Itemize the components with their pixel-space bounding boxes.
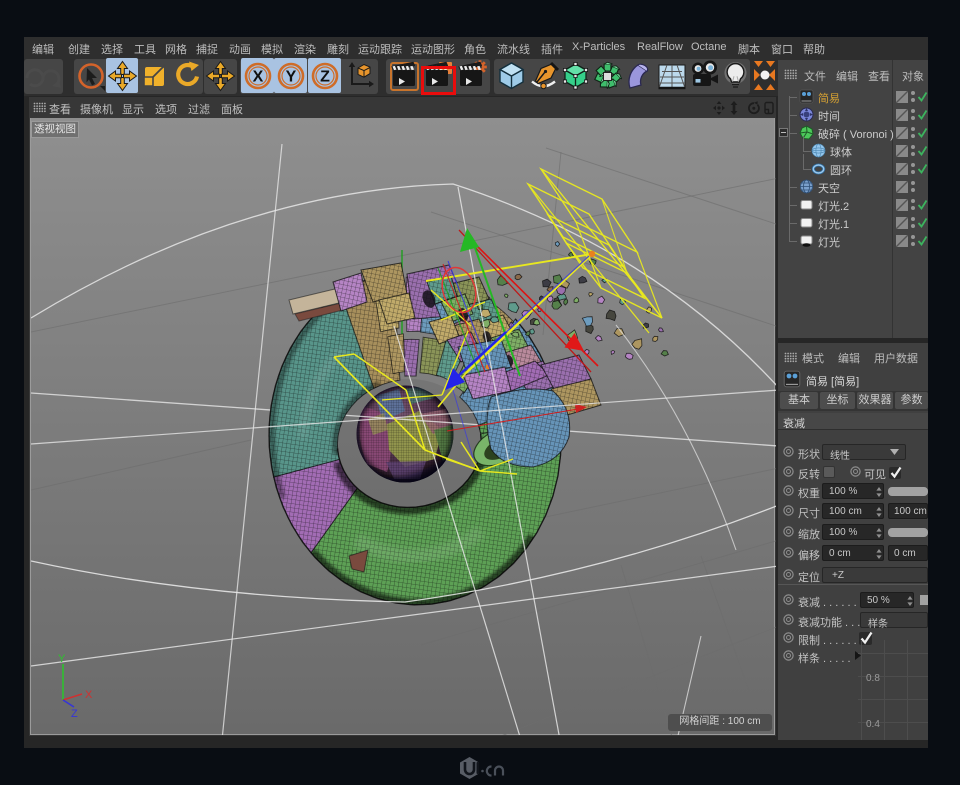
svg-text:X: X [85,689,93,701]
svg-text:0.4: 0.4 [866,719,880,730]
svg-text:0.8: 0.8 [866,673,880,684]
svg-text:Z: Z [320,69,330,86]
svg-text:X: X [253,69,264,86]
svg-text:Z: Z [71,708,78,720]
svg-text:Y: Y [58,653,66,665]
svg-text:Y: Y [286,69,297,86]
